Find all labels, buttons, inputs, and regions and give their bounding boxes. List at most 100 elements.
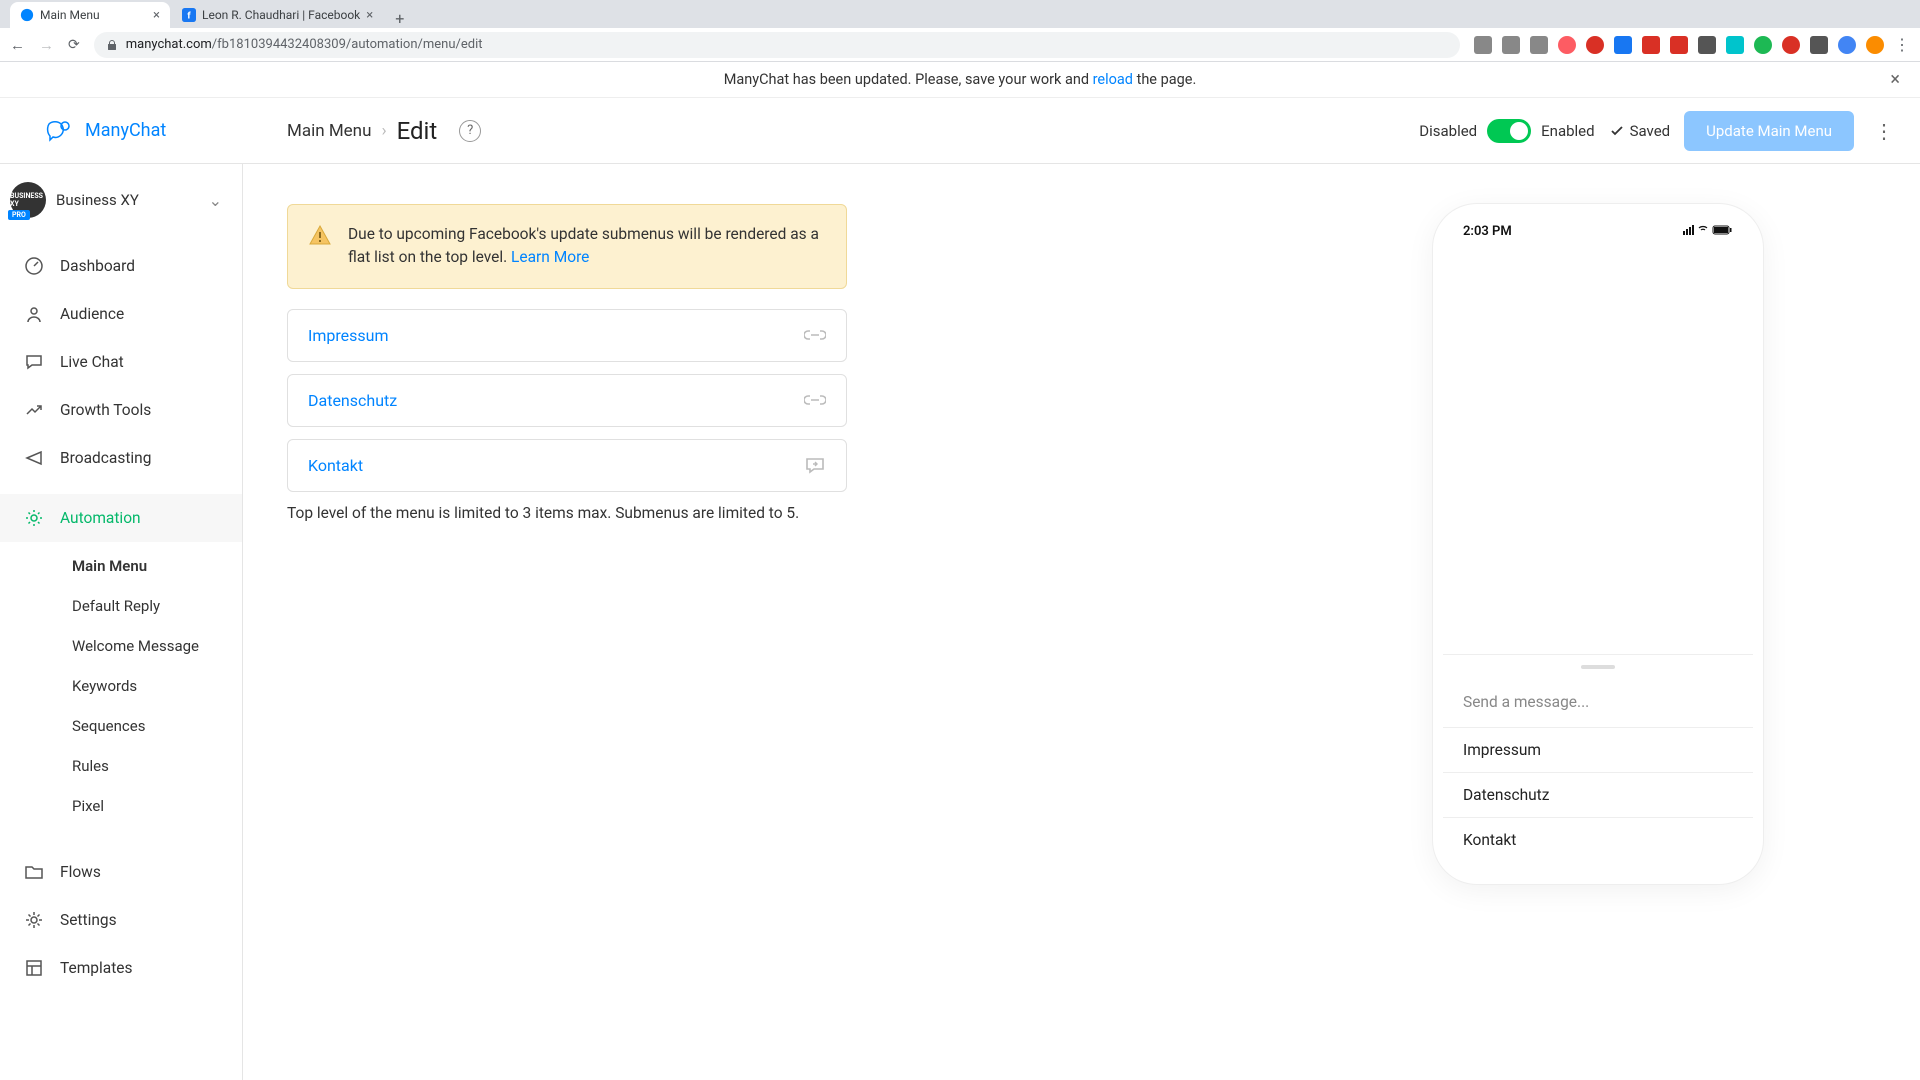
sidebar-item-live-chat[interactable]: Live Chat [0,338,242,386]
tab-title: Leon R. Chaudhari | Facebook [202,8,360,22]
link-icon [804,327,826,343]
reload-link[interactable]: reload [1093,71,1133,88]
broadcast-icon [24,448,44,468]
sidebar-item-label: Templates [60,959,133,977]
reload-icon[interactable]: ⟳ [68,37,80,53]
browser-tab-active[interactable]: Main Menu × [10,2,170,28]
address-bar[interactable]: manychat.com/fb181039443240830​9/automat… [94,32,1460,58]
subnav-keywords[interactable]: Keywords [0,666,242,706]
sidebar-item-label: Flows [60,863,101,881]
chevron-right-icon: › [381,121,386,141]
ext-icon[interactable] [1586,36,1604,54]
ext-icon[interactable] [1810,36,1828,54]
learn-more-link[interactable]: Learn More [511,248,589,266]
browser-tabs-bar: Main Menu × f Leon R. Chaudhari | Facebo… [0,0,1920,28]
phone-status-bar: 2:03 PM [1443,218,1753,245]
breadcrumb-parent[interactable]: Main Menu [287,121,371,141]
ext-icon[interactable] [1614,36,1632,54]
sidebar-item-dashboard[interactable]: Dashboard [0,242,242,290]
phone-time: 2:03 PM [1463,224,1512,239]
menu-item-label: Datenschutz [308,391,397,410]
drag-handle-icon [1581,665,1615,669]
menu-items-list: Impressum Datenschutz Kontakt [287,309,847,492]
sidebar-item-templates[interactable]: Templates [0,944,242,992]
menu-item[interactable]: Datenschutz [287,374,847,427]
subnav-default-reply[interactable]: Default Reply [0,586,242,626]
logo[interactable]: ManyChat [0,120,243,142]
subnav-welcome-message[interactable]: Welcome Message [0,626,242,666]
profile-avatar-icon[interactable] [1866,36,1884,54]
link-icon [804,392,826,408]
close-icon[interactable]: × [1890,69,1900,90]
warning-icon [308,223,332,247]
enable-toggle-group: Disabled Enabled [1419,119,1594,143]
workspace-avatar-icon: BUSINESS XY PRO [10,182,46,218]
phone-preview: 2:03 PM Send a message... Impressum Date… [1433,204,1763,884]
menu-item-label: Impressum [308,326,389,345]
new-tab-button[interactable]: + [385,9,414,28]
browser-tab-inactive[interactable]: f Leon R. Chaudhari | Facebook × [172,2,383,28]
app-header: ManyChat Main Menu › Edit ? Disabled Ena… [0,98,1920,164]
ext-icon[interactable] [1782,36,1800,54]
ext-icon[interactable] [1670,36,1688,54]
breadcrumb: Main Menu › Edit ? [243,117,481,145]
browser-menu-icon[interactable]: ⋮ [1894,35,1910,54]
sidebar-item-label: Audience [60,305,124,323]
sidebar-item-label: Automation [60,509,141,527]
more-options-icon[interactable]: ⋮ [1868,119,1900,143]
subnav-pixel[interactable]: Pixel [0,786,242,826]
back-icon[interactable]: ← [10,36,25,54]
url-text: manychat.com/fb181039443240830​9/automat… [126,37,483,52]
update-main-menu-button[interactable]: Update Main Menu [1684,111,1854,151]
manychat-favicon-icon [20,8,34,22]
enabled-label: Enabled [1541,122,1594,140]
manychat-logo-icon [45,120,75,142]
ext-icon[interactable] [1838,36,1856,54]
sidebar-item-growth-tools[interactable]: Growth Tools [0,386,242,434]
subnav-sequences[interactable]: Sequences [0,706,242,746]
sidebar-item-settings[interactable]: Settings [0,896,242,944]
warning-banner: Due to upcoming Facebook's update submen… [287,204,847,289]
update-notification: ManyChat has been updated. Please, save … [0,62,1920,98]
subnav-rules[interactable]: Rules [0,746,242,786]
ext-icon[interactable] [1642,36,1660,54]
extension-icons: ⋮ [1474,35,1910,54]
logo-text: ManyChat [85,120,166,141]
automation-subnav: Main Menu Default Reply Welcome Message … [0,542,242,836]
sidebar-item-flows[interactable]: Flows [0,848,242,896]
enabled-toggle[interactable] [1487,119,1531,143]
sidebar-item-broadcasting[interactable]: Broadcasting [0,434,242,482]
preview-menu-item: Impressum [1443,727,1753,772]
close-icon[interactable]: × [366,8,373,23]
close-icon[interactable]: × [153,8,160,23]
header-controls: Disabled Enabled Saved Update Main Menu … [1419,111,1920,151]
menu-item[interactable]: Impressum [287,309,847,362]
menu-item-label: Kontakt [308,456,363,475]
ext-icon[interactable] [1698,36,1716,54]
browser-toolbar: ← → ⟳ manychat.com/fb181039443240830​9/a… [0,28,1920,62]
ext-icon[interactable] [1502,36,1520,54]
ext-icon[interactable] [1530,36,1548,54]
sidebar-item-label: Dashboard [60,257,135,275]
help-icon[interactable]: ? [459,120,481,142]
sidebar-item-automation[interactable]: Automation [0,494,242,542]
reply-icon [804,456,826,474]
preview-menu-item: Datenschutz [1443,772,1753,817]
preview-menu-item: Kontakt [1443,817,1753,862]
workspace-name: Business XY [56,191,139,209]
subnav-main-menu[interactable]: Main Menu [0,546,242,586]
lock-icon [106,39,118,51]
ext-icon[interactable] [1726,36,1744,54]
disabled-label: Disabled [1419,122,1477,140]
phone-status-icons [1683,224,1733,239]
workspace-selector[interactable]: BUSINESS XY PRO Business XY ⌄ [0,164,242,236]
ext-icon[interactable] [1474,36,1492,54]
forward-icon[interactable]: → [39,36,54,54]
content-area: Due to upcoming Facebook's update submen… [243,164,1920,1080]
sidebar-item-audience[interactable]: Audience [0,290,242,338]
ext-icon[interactable] [1754,36,1772,54]
menu-item[interactable]: Kontakt [287,439,847,492]
ext-icon[interactable] [1558,36,1576,54]
notification-text: ManyChat has been updated. Please, save … [724,71,1197,88]
composer-input: Send a message... [1443,677,1753,727]
